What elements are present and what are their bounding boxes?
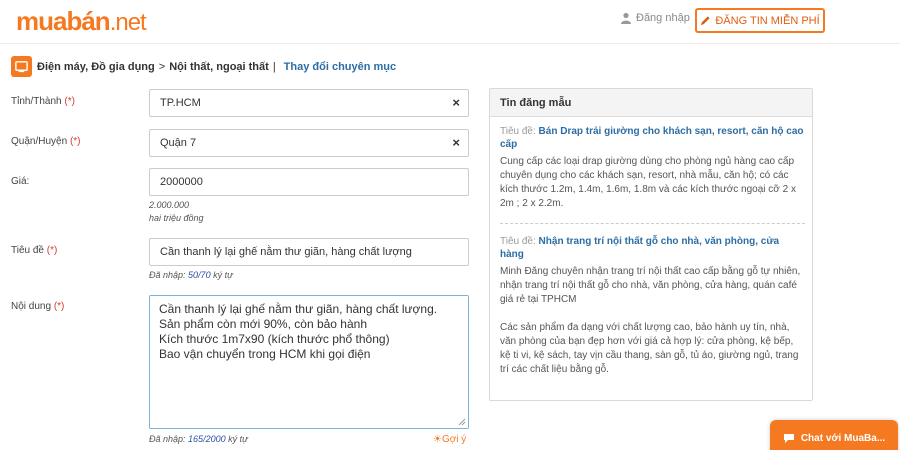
counter-value: 50/70 [188,270,211,280]
title-label-text: Tiêu đề [11,245,44,256]
content-counter: Đã nhập: 165/2000 ký tự [149,434,248,444]
change-category-link[interactable]: Thay đổi chuyên mục [284,61,396,73]
province-select[interactable]: TP.HCM × [149,89,469,117]
sample-title: Tiêu đề: Bán Drap trải giường cho khách … [500,125,805,151]
pencil-icon [701,16,710,26]
content-textarea[interactable]: Cần thanh lý lại ghế nằm thư giãn, hàng … [149,295,469,429]
content-line: Kích thước 1m7x90 (kích thước phổ thông) [159,332,390,346]
counter-suffix: ký tự [213,270,233,280]
sample-body: Cung cấp các loại drap giường dùng cho p… [500,156,796,209]
content-label-text: Nội dung [11,301,52,312]
required-marker: (*) [53,301,65,312]
title-input[interactable]: Cần thanh lý lại ghế nằm thư giãn, hàng … [149,238,469,266]
district-select[interactable]: Quận 7 × [149,129,469,157]
required-marker: (*) [69,136,81,147]
content-line: Sản phẩm còn mới 90%, còn bảo hành [159,317,368,331]
required-marker: (*) [64,96,75,107]
breadcrumb-separator: > [158,60,166,73]
suggest-link[interactable]: ☀Gợi ý [433,434,466,445]
required-marker: (*) [46,245,58,256]
counter-prefix: Đã nhập: [149,270,186,280]
district-label-text: Quận/Huyện [11,136,68,147]
breadcrumb-item-subcategory[interactable]: Nội thất, ngoại thất [169,61,269,73]
logo[interactable]: muabán.net [16,6,147,37]
breadcrumb: Điện máy, Đồ gia dụng > Nội thất, ngoại … [11,56,396,77]
breadcrumb-item-category[interactable]: Điện máy, Đồ gia dụng [37,61,155,73]
title-value: Cần thanh lý lại ghế nằm thư giãn, hàng … [160,246,412,258]
title-counter: Đã nhập: 50/70 ký tự [149,270,233,280]
login-label: Đăng nhập [636,12,690,24]
sample-title-label: Tiêu đề: [500,236,536,247]
counter-prefix: Đã nhập: [149,434,186,444]
counter-suffix: ký tự [228,434,248,444]
clear-icon[interactable]: × [452,136,460,149]
suggest-label: Gợi ý [441,434,467,445]
login-link[interactable]: Đăng nhập [620,12,690,24]
sample-ads-panel: Tin đăng mẫu Tiêu đề: Bán Drap trải giườ… [489,88,813,401]
price-formatted: 2.000.000 [149,200,190,210]
sample-item: Tiêu đề: Nhận trang trí nội thất gỗ cho … [500,235,805,377]
sample-body-secondary: Các sản phẩm đa dạng với chất lượng cao,… [500,322,799,375]
sample-panel-heading: Tin đăng mẫu [490,89,812,117]
content-line: Bao vận chuyển trong HCM khi gọi điện [159,347,371,361]
category-icon [11,56,32,77]
resize-handle-icon[interactable] [458,418,466,426]
title-label: Tiêu đề (*) [11,245,57,256]
price-value: 2000000 [160,176,203,188]
content-line: Cần thanh lý lại ghế nằm thư giãn, hàng … [159,302,438,316]
post-free-ad-button[interactable]: ĐĂNG TIN MIỄN PHÍ [695,8,825,33]
province-value: TP.HCM [160,97,201,109]
content-label: Nội dung (*) [11,301,64,312]
sample-title-label: Tiêu đề: [500,126,536,137]
price-in-words: hai triệu đồng [149,213,204,223]
chat-button[interactable]: Chat với MuaBa... [770,420,898,450]
province-label-text: Tỉnh/Thành [11,96,62,107]
clear-icon[interactable]: × [452,96,460,109]
sample-title-text: Bán Drap trải giường cho khách sạn, reso… [500,126,804,150]
logo-brand: muabán [16,6,111,36]
price-input[interactable]: 2000000 [149,168,469,196]
lightbulb-icon: ☀ [433,434,442,445]
sample-body: Minh Đăng chuyên nhận trang trí nội thất… [500,266,801,305]
user-icon [621,12,631,24]
counter-value: 165/2000 [188,434,226,444]
post-button-label: ĐĂNG TIN MIỄN PHÍ [715,14,820,27]
price-label: Giá: [11,176,30,187]
province-label: Tỉnh/Thành (*) [11,96,75,107]
logo-tld: .net [109,9,147,36]
sample-item: Tiêu đề: Bán Drap trải giường cho khách … [500,125,805,211]
header: muabán.net Đăng nhập ĐĂNG TIN MIỄN PHÍ [0,0,900,44]
chat-bubble-icon [783,434,794,443]
sample-title: Tiêu đề: Nhận trang trí nội thất gỗ cho … [500,235,805,261]
district-label: Quận/Huyện (*) [11,136,81,147]
breadcrumb-divider: | [272,60,276,73]
sample-title-text: Nhận trang trí nội thất gỗ cho nhà, văn … [500,236,780,260]
district-value: Quận 7 [160,137,197,149]
chat-label: Chat với MuaBa... [800,432,886,444]
divider [500,223,805,224]
